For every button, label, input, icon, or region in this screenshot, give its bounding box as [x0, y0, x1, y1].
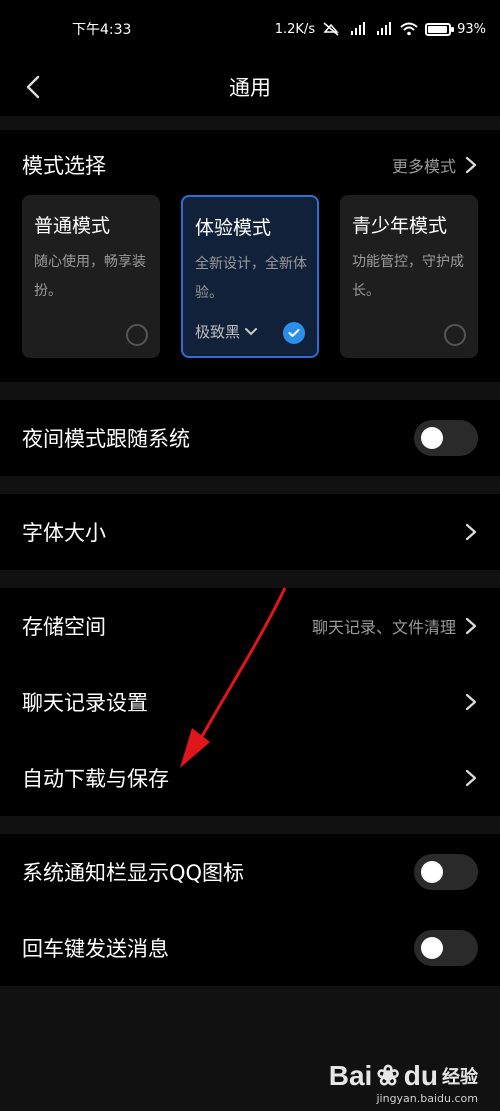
page-title: 通用	[229, 76, 271, 100]
chevron-right-icon	[465, 693, 477, 711]
paw-icon: ❀	[376, 1060, 400, 1091]
mode-card-title: 体验模式	[195, 217, 272, 239]
mode-card-desc: 全新设计，全新体验。	[195, 256, 307, 301]
storage-row[interactable]: 存储空间 聊天记录、文件清理	[0, 588, 500, 664]
radio-button-selected[interactable]	[283, 322, 305, 344]
enter-send-toggle[interactable]	[414, 930, 478, 966]
theme-selector[interactable]: 极致黑	[195, 321, 258, 342]
night-mode-label: 夜间模式跟随系统	[22, 427, 190, 451]
mode-card-title: 青少年模式	[352, 215, 448, 237]
back-arrow-icon	[26, 75, 40, 99]
net-speed: 1.2K/s	[274, 21, 316, 37]
baidu-logo: Bai ❀ du 经验	[328, 1059, 478, 1092]
mode-section-label: 模式选择	[22, 154, 106, 178]
chevron-right-icon[interactable]	[464, 155, 478, 175]
mode-card-title: 普通模式	[34, 215, 111, 237]
check-icon	[288, 329, 300, 337]
radio-button[interactable]	[444, 324, 466, 346]
notify-icon-label: 系统通知栏显示QQ图标	[22, 861, 245, 885]
notify-icon-row: 系统通知栏显示QQ图标	[0, 834, 500, 910]
mode-card-experience[interactable]: 体验模式 全新设计，全新体验。 极致黑	[181, 195, 319, 358]
auto-download-row[interactable]: 自动下载与保存	[0, 740, 500, 816]
back-button[interactable]	[16, 70, 50, 104]
font-size-row[interactable]: 字体大小	[0, 494, 500, 570]
signal-hd-icon-2	[377, 22, 392, 35]
mode-card-teen[interactable]: 青少年模式 功能管控，守护成长。	[340, 195, 478, 358]
chat-settings-label: 聊天记录设置	[22, 691, 148, 715]
theme-label: 极致黑	[195, 323, 241, 341]
wifi-icon	[400, 22, 418, 36]
chevron-right-icon	[465, 617, 477, 635]
baidu-url: jingyan.baidu.com	[376, 1092, 478, 1105]
chat-settings-row[interactable]: 聊天记录设置	[0, 664, 500, 740]
font-size-label: 字体大小	[22, 521, 106, 545]
status-icons: 1.2K/s 93%	[275, 22, 486, 37]
signal-hd-icon-1	[351, 22, 366, 35]
chevron-down-icon	[245, 327, 258, 335]
mode-card-desc: 功能管控，守护成长。	[352, 254, 464, 299]
night-mode-toggle[interactable]	[414, 420, 478, 456]
enter-send-row: 回车键发送消息	[0, 910, 500, 986]
auto-download-label: 自动下载与保存	[22, 767, 169, 791]
status-bar: 下午4:33 1.2K/s 93%	[0, 0, 500, 58]
toggle-knob	[421, 427, 443, 449]
chevron-right-icon	[465, 769, 477, 787]
nav-bar: 通用	[0, 58, 500, 116]
storage-label: 存储空间	[22, 615, 106, 639]
more-modes-link[interactable]: 更多模式	[392, 153, 456, 177]
battery-percent: 93%	[457, 21, 486, 37]
notify-icon-toggle[interactable]	[414, 854, 478, 890]
battery-icon	[425, 22, 455, 36]
toggle-knob	[421, 937, 443, 959]
baidu-watermark: Bai ❀ du 经验 jingyan.baidu.com	[328, 1059, 478, 1106]
mode-header: 模式选择 更多模式	[22, 150, 478, 180]
radio-button[interactable]	[126, 324, 148, 346]
mode-card-normal[interactable]: 普通模式 随心使用，畅享装扮。	[22, 195, 160, 358]
mode-card-desc: 随心使用，畅享装扮。	[34, 254, 146, 299]
mute-alarm-icon	[323, 22, 339, 36]
status-time: 下午4:33	[72, 22, 132, 38]
night-mode-row: 夜间模式跟随系统	[0, 400, 500, 476]
enter-send-label: 回车键发送消息	[22, 937, 169, 961]
toggle-knob	[421, 861, 443, 883]
chevron-right-icon	[465, 523, 477, 541]
storage-sub: 聊天记录、文件清理	[311, 618, 456, 637]
